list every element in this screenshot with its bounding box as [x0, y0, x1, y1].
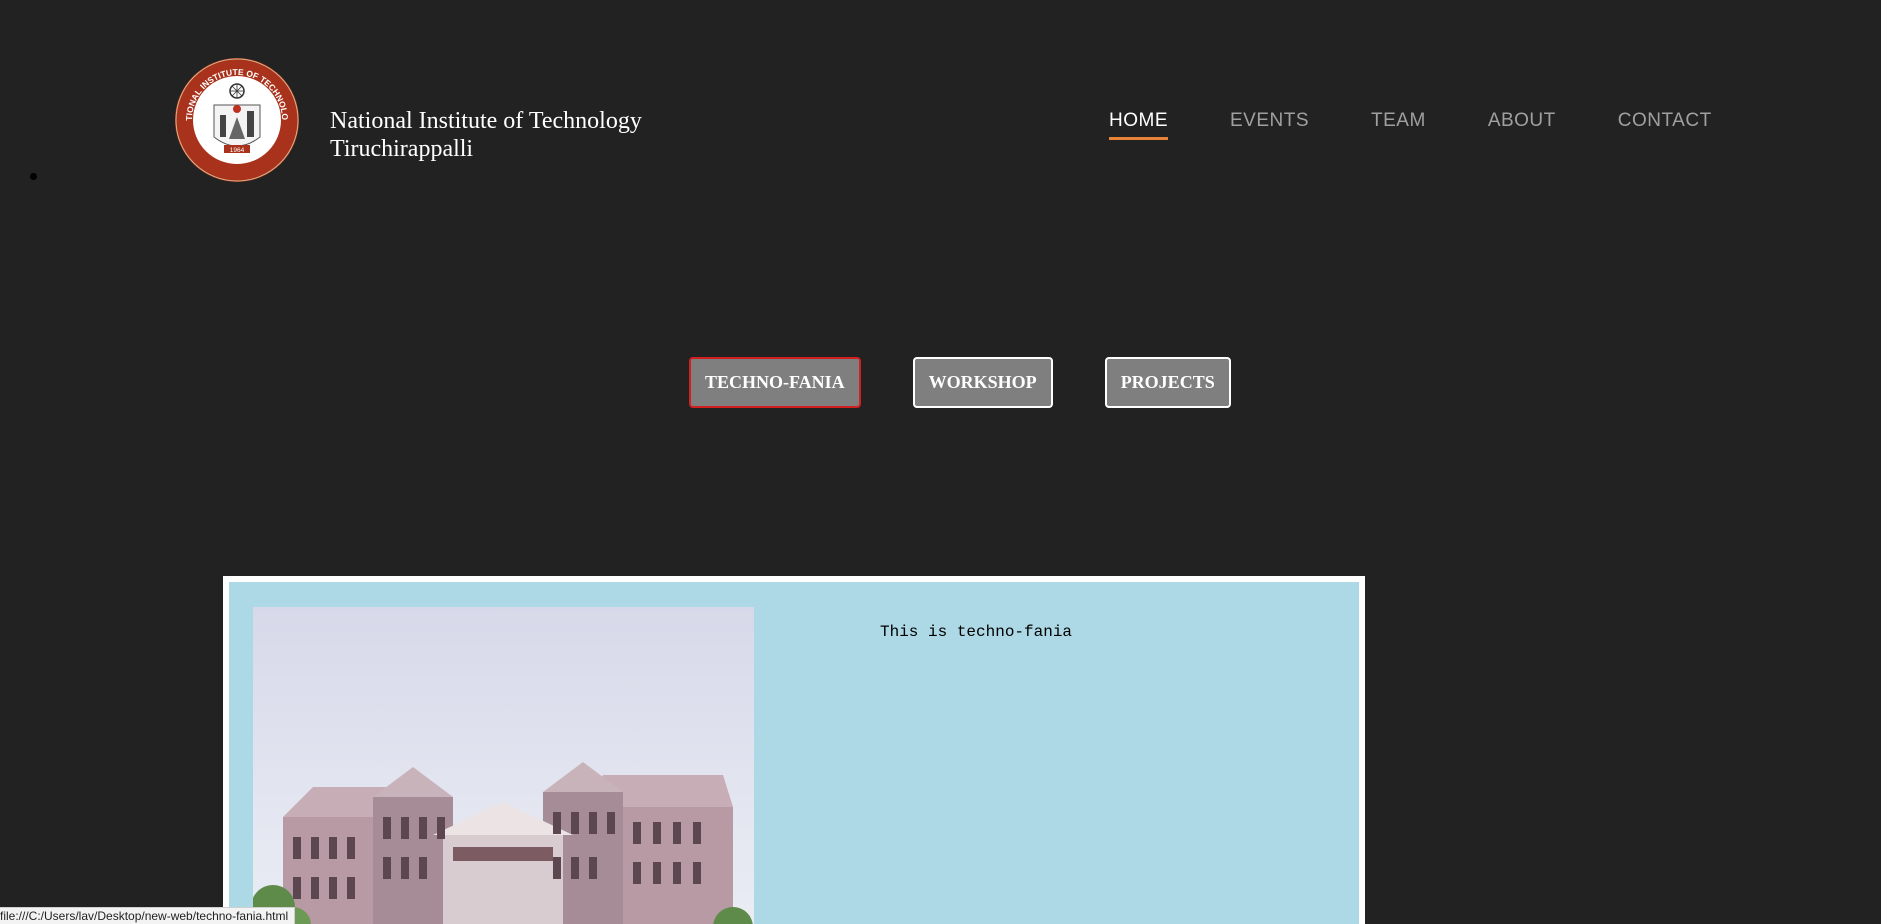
- nav-about[interactable]: ABOUT: [1488, 110, 1556, 140]
- svg-text:1964: 1964: [230, 147, 245, 154]
- event-tabs: TECHNO-FANIA WORKSHOP PROJECTS: [689, 357, 1231, 408]
- nav-events[interactable]: EVENTS: [1230, 110, 1309, 140]
- content-panel-inner: This is techno-fania: [229, 582, 1359, 924]
- browser-status-bar: file:///C:/Users/lav/Desktop/new-web/tec…: [0, 907, 296, 924]
- institute-name-line1: National Institute of Technology: [330, 108, 642, 134]
- institute-logo[interactable]: NATIONAL INSTITUTE OF TECHNOLOGY TIRUCHI…: [171, 49, 300, 183]
- nav-contact[interactable]: CONTACT: [1618, 110, 1712, 140]
- list-bullet: [30, 173, 37, 180]
- institute-name-line2: Tiruchirappalli: [330, 136, 474, 162]
- nav-home[interactable]: HOME: [1109, 110, 1168, 140]
- panel-description: This is techno-fania: [880, 623, 1073, 641]
- tab-projects[interactable]: PROJECTS: [1104, 357, 1231, 408]
- nav-team[interactable]: TEAM: [1371, 110, 1426, 140]
- main-nav: HOME EVENTS TEAM ABOUT CONTACT: [1109, 110, 1712, 140]
- institute-name: National Institute of Technology Tiruchi…: [330, 107, 642, 163]
- emblem-icon: NATIONAL INSTITUTE OF TECHNOLOGY TIRUCHI…: [171, 49, 299, 182]
- campus-building-image: [251, 607, 754, 924]
- tab-workshop[interactable]: WORKSHOP: [912, 357, 1053, 408]
- tab-techno-fania[interactable]: TECHNO-FANIA: [689, 357, 861, 408]
- content-panel: This is techno-fania: [223, 576, 1365, 924]
